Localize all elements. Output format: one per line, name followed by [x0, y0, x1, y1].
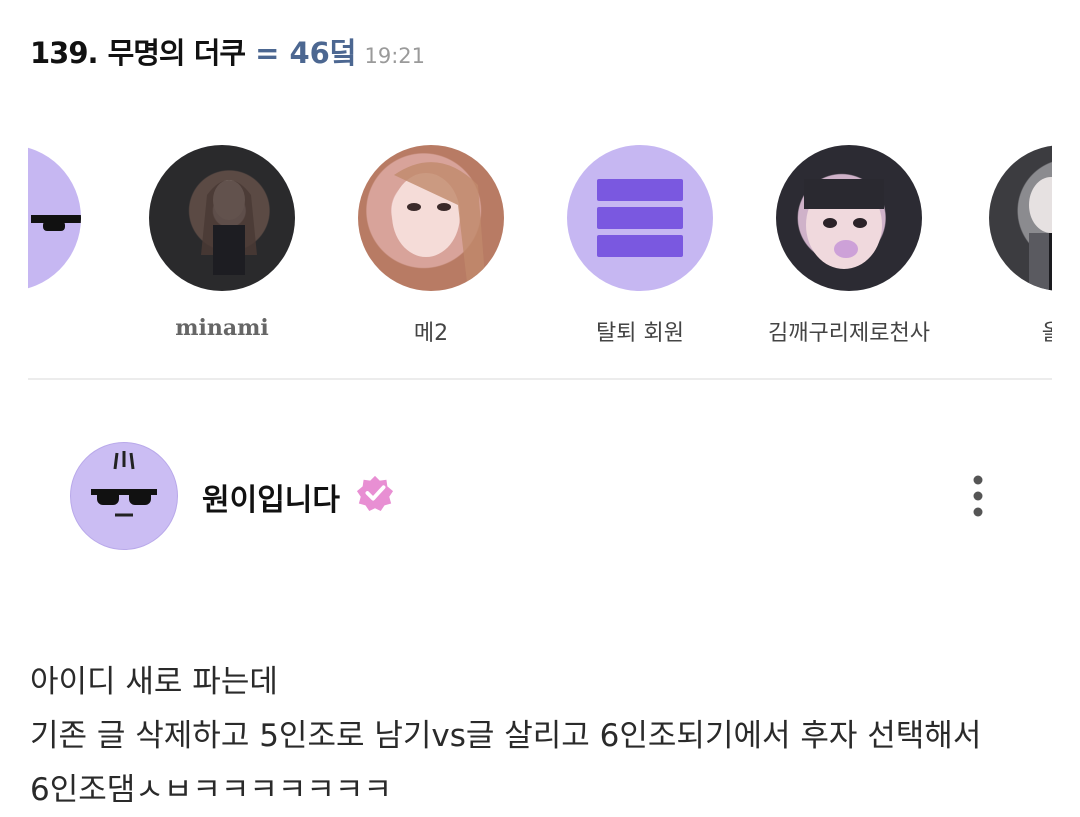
section-divider: [28, 378, 1052, 380]
menu-bars-icon: [597, 179, 683, 257]
commenter-rating: = 46덬: [255, 36, 357, 70]
member-avatar: [28, 145, 81, 291]
post-content: 아이디 새로 파는데 기존 글 삭제하고 5인조로 남기vs글 살리고 6인조되…: [30, 655, 981, 817]
withdrawn-member-avatar: [567, 145, 713, 291]
story-label: 올리: [1041, 321, 1052, 346]
profile-photo: [149, 145, 295, 291]
person-photo-icon: [1029, 177, 1052, 291]
story-label: 탈퇴 회원: [596, 321, 684, 346]
comment-time: 19:21: [364, 44, 426, 68]
commenter-name: 무명의 더쿠: [107, 36, 246, 70]
profile-photo: [358, 145, 504, 291]
more-vertical-icon[interactable]: [960, 470, 996, 522]
post-header: 139. 무명의 더쿠 = 46덬 19:21: [30, 30, 425, 72]
comment-number: 139.: [30, 36, 99, 70]
story-label: 메2: [413, 321, 449, 346]
person-photo-icon: [804, 179, 884, 269]
sunglasses-face-icon: [91, 451, 157, 517]
author-avatar[interactable]: [70, 442, 178, 550]
profile-photo: [989, 145, 1052, 291]
verified-badge-icon: [356, 475, 394, 512]
person-photo-icon: [392, 162, 486, 291]
person-photo-icon: [201, 180, 257, 275]
post-line: 6인조댐ㅅㅂㅋㅋㅋㅋㅋㅋㅋ: [30, 772, 392, 808]
profile-photo: [776, 145, 922, 291]
author-name[interactable]: 원이입니다: [202, 475, 340, 519]
post-line: 아이디 새로 파는데: [30, 664, 278, 700]
sunglasses-icon: [31, 215, 81, 231]
story-carousel[interactable]: 니다 minami 메2: [28, 140, 1052, 360]
story-label: 김깨구리제로천사: [768, 321, 930, 346]
story-label: minami: [175, 315, 269, 341]
post-line: 기존 글 삭제하고 5인조로 남기vs글 살리고 6인조되기에서 후자 선택해서: [30, 718, 982, 754]
story-label: 니다: [28, 315, 108, 347]
